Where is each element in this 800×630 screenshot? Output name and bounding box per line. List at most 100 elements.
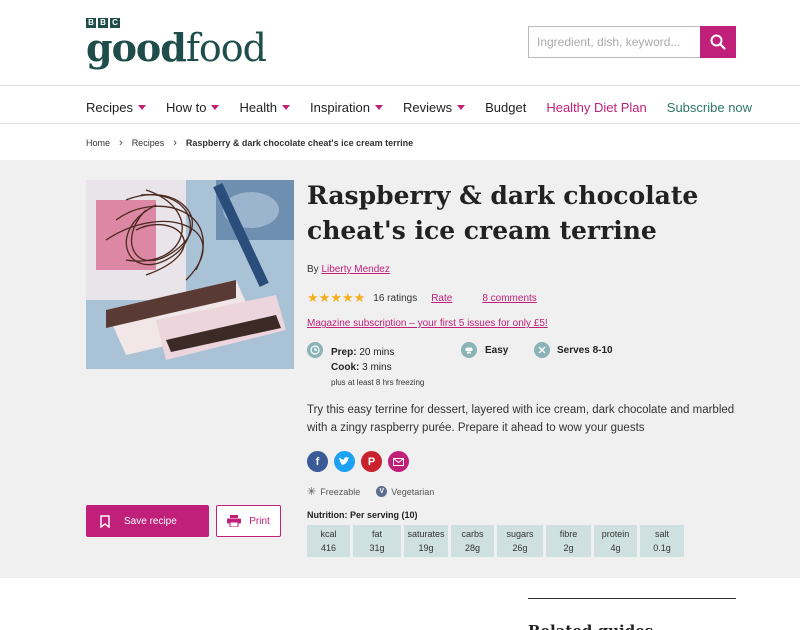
nutrient-value: 19g bbox=[418, 543, 434, 553]
recipe-byline: By Liberty Mendez bbox=[307, 264, 390, 275]
breadcrumb-recipes[interactable]: Recipes bbox=[132, 138, 165, 148]
recipe-info: Prep: 20 mins Cook: 3 mins plus at least… bbox=[307, 342, 737, 392]
nutrition-cell: fat 31g bbox=[353, 525, 401, 557]
servings: Serves 8-10 bbox=[557, 345, 613, 356]
nutrition-cell: salt 0.1g bbox=[640, 525, 684, 557]
logo-food: food bbox=[185, 26, 267, 70]
breadcrumb: Home › Recipes › Raspberry & dark chocol… bbox=[86, 137, 413, 149]
nutrient-value: 0.1g bbox=[653, 543, 671, 553]
recipe-image bbox=[86, 180, 294, 369]
recipe-title: Raspberry & dark chocolate cheat's ice c… bbox=[307, 181, 699, 245]
share-buttons: f P bbox=[307, 451, 409, 472]
recipe-header: Raspberry & dark chocolate cheat's ice c… bbox=[0, 160, 800, 578]
nav-inspiration[interactable]: Inspiration bbox=[310, 100, 383, 115]
tag-label: Vegetarian bbox=[391, 486, 435, 497]
search-icon bbox=[710, 34, 726, 50]
nav-label: Health bbox=[239, 100, 278, 115]
snowflake-icon: ✳ bbox=[307, 486, 317, 498]
nutrient-label: fat bbox=[371, 529, 382, 539]
nutrient-value: 31g bbox=[369, 543, 385, 553]
nav-label: Subscribe now bbox=[666, 100, 753, 115]
difficulty: Easy bbox=[485, 345, 509, 356]
rate-link[interactable]: Rate bbox=[431, 293, 452, 304]
nav-how-to[interactable]: How to bbox=[166, 100, 220, 115]
nav-label: Reviews bbox=[403, 100, 453, 115]
breadcrumb-home[interactable]: Home bbox=[86, 138, 110, 148]
recipe-photo bbox=[86, 180, 294, 369]
nav-health[interactable]: Health bbox=[239, 100, 291, 115]
nutrition-cell: fibre 2g bbox=[546, 525, 591, 557]
breadcrumb-current: Raspberry & dark chocolate cheat's ice c… bbox=[185, 138, 414, 148]
print-button[interactable]: Print bbox=[216, 505, 281, 537]
nutrient-label: kcal bbox=[320, 529, 337, 539]
caret-down-icon bbox=[211, 105, 220, 110]
tag-label: Freezable bbox=[320, 486, 361, 497]
nutrient-label: protein bbox=[601, 529, 630, 539]
caret-down-icon bbox=[282, 105, 291, 110]
nav-label: Recipes bbox=[86, 100, 133, 115]
logo-wordmark: goodfood bbox=[86, 25, 267, 70]
nav-label: Budget bbox=[485, 100, 527, 115]
chevron-right-icon: › bbox=[119, 137, 123, 149]
caret-down-icon bbox=[457, 105, 466, 110]
nutrition-title: Nutrition: Per serving (10) bbox=[307, 510, 418, 520]
search-bar bbox=[528, 26, 736, 58]
cook-value: 3 mins bbox=[362, 362, 392, 373]
nutrient-value: 2g bbox=[563, 543, 574, 553]
chef-hat-icon bbox=[461, 342, 477, 358]
main-nav: Recipes How to Health Inspiration Review… bbox=[0, 87, 800, 124]
prep-label: Prep: bbox=[331, 347, 357, 358]
vegetarian-icon: V bbox=[376, 486, 388, 497]
star-rating-icon: ★★★★★ bbox=[307, 290, 366, 305]
nutrition-cell: sugars 26g bbox=[497, 525, 543, 557]
nutrient-value: 4g bbox=[610, 543, 621, 553]
by-label: By bbox=[307, 264, 322, 275]
tag-vegetarian: V Vegetarian bbox=[376, 486, 434, 497]
pinterest-icon[interactable]: P bbox=[361, 451, 382, 472]
freezing-note: plus at least 8 hrs freezing bbox=[331, 378, 425, 387]
nav-budget[interactable]: Budget bbox=[485, 100, 526, 115]
prep-value: 20 mins bbox=[359, 347, 395, 358]
bookmark-icon bbox=[100, 514, 110, 528]
nav-subscribe[interactable]: Subscribe now bbox=[667, 100, 752, 115]
facebook-icon[interactable]: f bbox=[307, 451, 328, 472]
chevron-right-icon: › bbox=[173, 137, 177, 149]
nav-label: Healthy Diet Plan bbox=[546, 100, 647, 115]
search-button[interactable] bbox=[700, 26, 736, 58]
save-label: Save recipe bbox=[124, 515, 177, 527]
comments-link[interactable]: 8 comments bbox=[482, 293, 536, 304]
nutrition-cell: protein 4g bbox=[594, 525, 637, 557]
save-recipe-button[interactable]: Save recipe bbox=[86, 505, 209, 537]
nutrient-value: 26g bbox=[512, 543, 528, 553]
nav-healthy-diet-plan[interactable]: Healthy Diet Plan bbox=[546, 100, 646, 115]
caret-down-icon bbox=[137, 105, 146, 110]
author-link[interactable]: Liberty Mendez bbox=[321, 264, 389, 275]
email-icon[interactable] bbox=[388, 451, 409, 472]
nav-reviews[interactable]: Reviews bbox=[403, 100, 466, 115]
nutrient-label: saturates bbox=[407, 529, 445, 539]
recipe-description: Try this easy terrine for dessert, layer… bbox=[307, 404, 735, 434]
caret-down-icon bbox=[375, 105, 383, 110]
goodfood-logo[interactable]: B B C goodfood bbox=[86, 18, 267, 70]
nutrient-value: 28g bbox=[464, 543, 481, 553]
clock-icon bbox=[307, 342, 323, 358]
twitter-icon[interactable] bbox=[334, 451, 355, 472]
diet-tags: ✳ Freezable V Vegetarian bbox=[307, 485, 434, 498]
search-input[interactable] bbox=[528, 26, 700, 58]
related-guides-title: Related guides bbox=[528, 622, 653, 630]
divider bbox=[528, 598, 736, 599]
nav-recipes[interactable]: Recipes bbox=[86, 100, 146, 115]
ratings-row: ★★★★★ 16 ratings Rate 8 comments bbox=[307, 290, 537, 306]
printer-icon bbox=[227, 515, 242, 527]
nav-label: Inspiration bbox=[310, 100, 370, 115]
site-header: B B C goodfood bbox=[0, 0, 800, 86]
logo-good: good bbox=[86, 25, 187, 70]
prep-cook-times: Prep: 20 mins Cook: 3 mins plus at least… bbox=[331, 345, 424, 390]
print-label: Print bbox=[249, 515, 270, 527]
nutrient-label: sugars bbox=[506, 529, 534, 539]
magazine-subscription-link[interactable]: Magazine subscription – your first 5 iss… bbox=[307, 318, 548, 329]
cutlery-icon bbox=[534, 342, 550, 358]
nutrition-cell: carbs 28g bbox=[451, 525, 494, 557]
nutrient-label: carbs bbox=[461, 529, 484, 539]
nutrient-value: 416 bbox=[320, 543, 337, 553]
